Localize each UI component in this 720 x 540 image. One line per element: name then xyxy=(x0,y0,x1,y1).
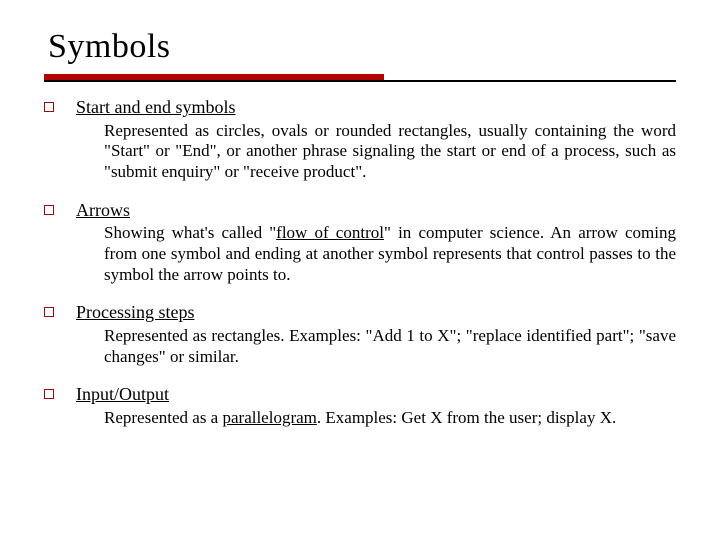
item-desc: Represented as circles, ovals or rounded… xyxy=(76,121,676,183)
item-body: Input/Output Represented as a parallelog… xyxy=(76,383,676,428)
title-rule xyxy=(44,74,676,82)
item-desc: Represented as a parallelogram. Examples… xyxy=(76,408,676,429)
item-term: Input/Output xyxy=(76,383,676,406)
desc-text: Showing what's called " xyxy=(104,223,276,242)
list-item: Processing steps Represented as rectangl… xyxy=(44,301,676,367)
link-text[interactable]: parallelogram xyxy=(222,408,316,427)
slide: Symbols Start and end symbols Represente… xyxy=(0,0,720,540)
square-bullet-icon xyxy=(44,389,54,399)
list-item: Start and end symbols Represented as cir… xyxy=(44,96,676,183)
item-term: Processing steps xyxy=(76,301,676,324)
item-term: Start and end symbols xyxy=(76,96,676,119)
desc-text: Represented as a xyxy=(104,408,222,427)
item-desc: Showing what's called "flow of control" … xyxy=(76,223,676,285)
list-item: Input/Output Represented as a parallelog… xyxy=(44,383,676,428)
desc-text: . Examples: Get X from the user; display… xyxy=(317,408,616,427)
square-bullet-icon xyxy=(44,307,54,317)
desc-text: Represented as circles, ovals or rounded… xyxy=(104,121,676,181)
link-text[interactable]: flow of control xyxy=(276,223,384,242)
item-desc: Represented as rectangles. Examples: "Ad… xyxy=(76,326,676,367)
item-body: Arrows Showing what's called "flow of co… xyxy=(76,199,676,286)
item-body: Processing steps Represented as rectangl… xyxy=(76,301,676,367)
content-list: Start and end symbols Represented as cir… xyxy=(44,96,676,429)
item-term: Arrows xyxy=(76,199,676,222)
page-title: Symbols xyxy=(48,28,676,66)
rule-black xyxy=(44,80,676,82)
square-bullet-icon xyxy=(44,205,54,215)
desc-text: Represented as rectangles. Examples: "Ad… xyxy=(104,326,676,366)
list-item: Arrows Showing what's called "flow of co… xyxy=(44,199,676,286)
item-body: Start and end symbols Represented as cir… xyxy=(76,96,676,183)
square-bullet-icon xyxy=(44,102,54,112)
